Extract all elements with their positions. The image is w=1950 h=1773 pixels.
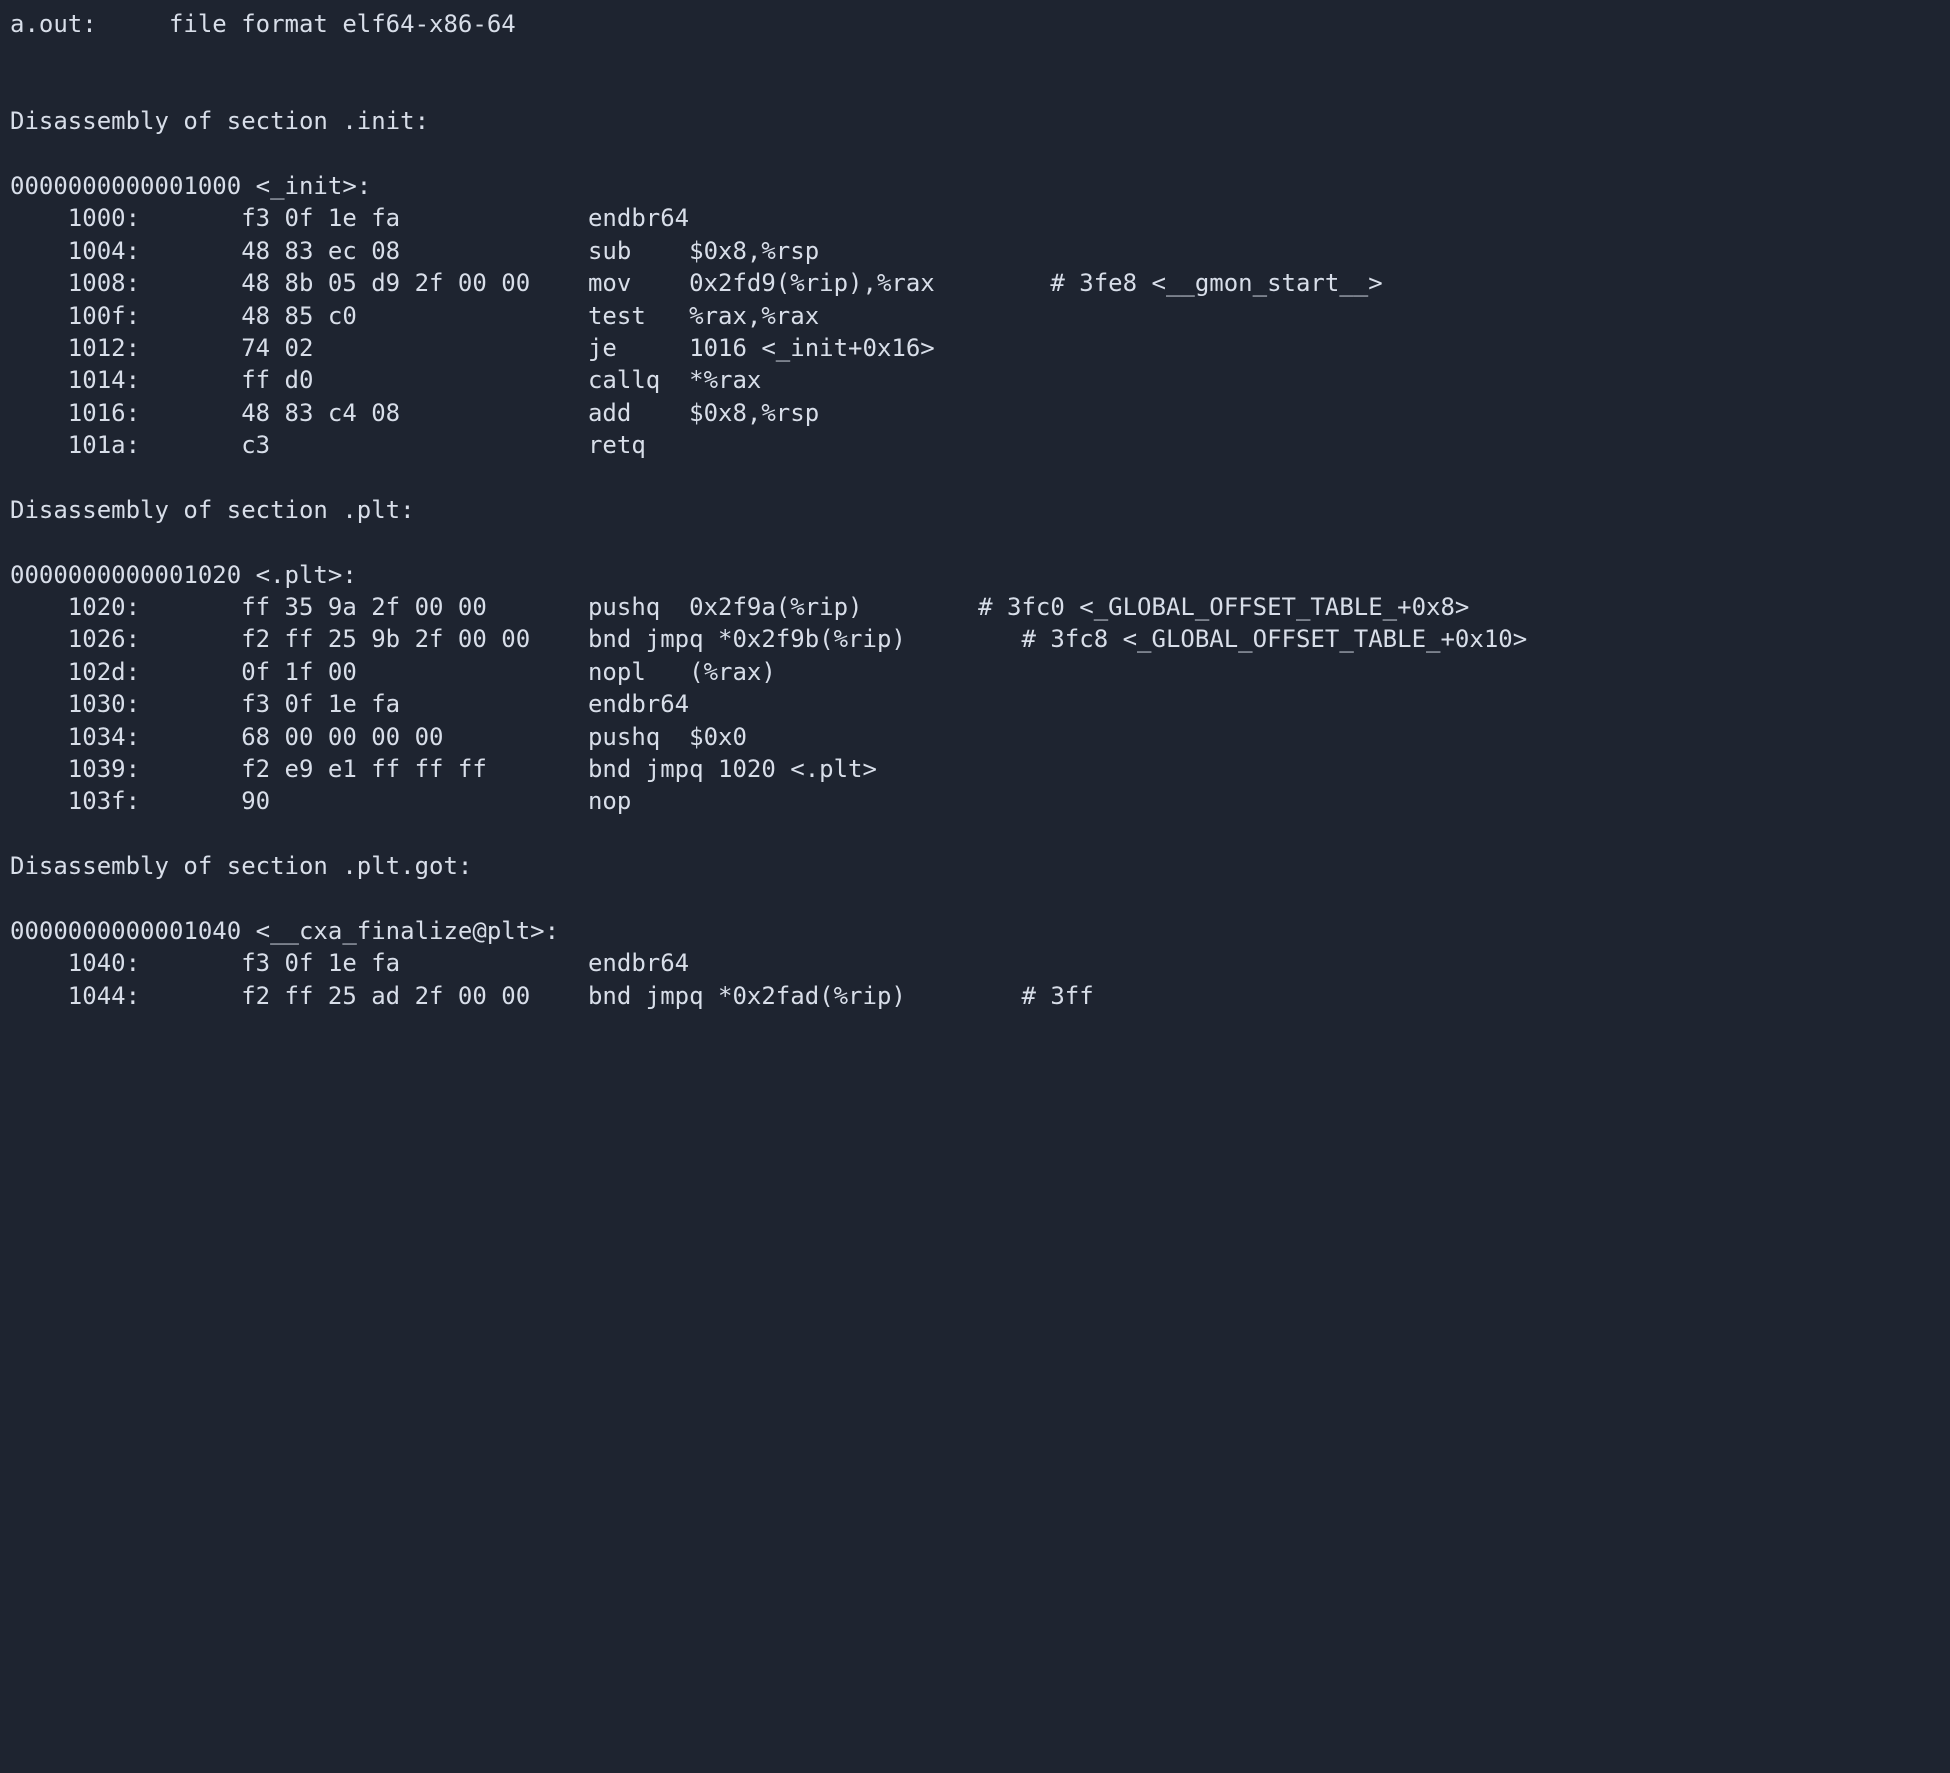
terminal-output: a.out: file format elf64-x86-64 Disassem… xyxy=(0,0,1950,1020)
